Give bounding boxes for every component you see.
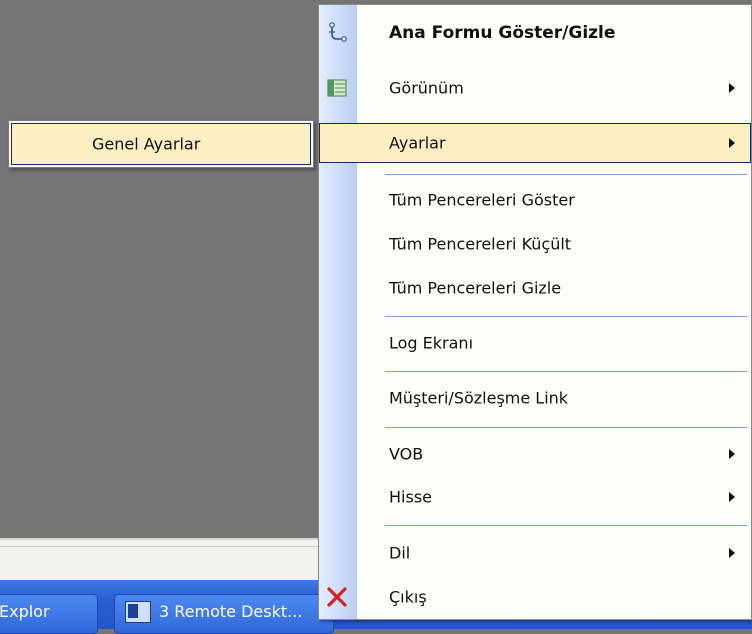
menu-separator xyxy=(385,316,747,317)
menu-item-language-label: Dil xyxy=(389,543,411,563)
menu-item-minimize-all-windows[interactable]: Tüm Pencereleri Küçült xyxy=(319,224,751,264)
menu-item-log-screen[interactable]: Log Ekranı xyxy=(319,323,751,363)
menu-separator xyxy=(385,427,747,428)
menu-separator xyxy=(385,371,747,372)
taskbar-explorer-button[interactable]: Explor xyxy=(0,594,98,634)
grid-view-icon xyxy=(327,79,347,97)
menu-item-show-all-windows[interactable]: Tüm Pencereleri Göster xyxy=(319,180,751,220)
submenu-arrow-icon xyxy=(729,449,735,459)
menu-item-view-label: Görünüm xyxy=(389,78,464,98)
submenu-arrow-icon xyxy=(729,138,735,148)
menu-item-general-settings[interactable]: Genel Ayarlar xyxy=(11,123,311,165)
taskbar-remote-desktop-label: 3 Remote Deskt... xyxy=(159,602,303,621)
menu-item-log-screen-label: Log Ekranı xyxy=(389,333,474,353)
menu-separator xyxy=(385,525,747,526)
menu-item-view[interactable]: Görünüm xyxy=(319,68,751,108)
menu-item-minimize-all-windows-label: Tüm Pencereleri Küçült xyxy=(389,234,572,254)
submenu-arrow-icon xyxy=(729,83,735,93)
connector-icon xyxy=(329,22,347,42)
menu-item-settings[interactable]: Ayarlar xyxy=(319,123,751,163)
menu-item-show-all-windows-label: Tüm Pencereleri Göster xyxy=(389,190,575,210)
menu-item-vob-label: VOB xyxy=(389,444,424,464)
taskbar-remote-desktop-button[interactable]: 3 Remote Deskt... xyxy=(114,594,334,634)
submenu-arrow-icon xyxy=(729,492,735,502)
background-window xyxy=(0,538,320,580)
context-menu: Ana Formu Göster/Gizle Görünüm Ayarlar T… xyxy=(318,4,752,620)
menu-item-stock[interactable]: Hisse xyxy=(319,477,751,517)
taskbar-explorer-label: Explor xyxy=(0,602,50,621)
background-window-divider xyxy=(0,546,320,547)
menu-item-customer-contract-link-label: Müşteri/Sözleşme Link xyxy=(389,388,569,408)
menu-separator xyxy=(385,174,747,175)
menu-item-hide-all-windows-label: Tüm Pencereleri Gizle xyxy=(389,278,562,298)
menu-item-hide-all-windows[interactable]: Tüm Pencereleri Gizle xyxy=(319,268,751,308)
menu-item-exit-label: Çıkış xyxy=(389,587,427,607)
remote-desktop-icon xyxy=(125,601,151,623)
menu-item-show-hide-main-form[interactable]: Ana Formu Göster/Gizle xyxy=(319,13,751,53)
menu-item-show-hide-main-form-label: Ana Formu Göster/Gizle xyxy=(389,23,616,43)
menu-item-language[interactable]: Dil xyxy=(319,533,751,573)
menu-item-stock-label: Hisse xyxy=(389,487,432,507)
red-x-icon xyxy=(327,587,347,607)
menu-item-vob[interactable]: VOB xyxy=(319,434,751,474)
menu-item-customer-contract-link[interactable]: Müşteri/Sözleşme Link xyxy=(319,378,751,418)
settings-submenu: Genel Ayarlar xyxy=(8,120,314,168)
menu-item-settings-label: Ayarlar xyxy=(389,133,446,153)
menu-item-exit[interactable]: Çıkış xyxy=(319,577,751,617)
submenu-arrow-icon xyxy=(729,548,735,558)
menu-item-general-settings-label: Genel Ayarlar xyxy=(92,134,201,154)
